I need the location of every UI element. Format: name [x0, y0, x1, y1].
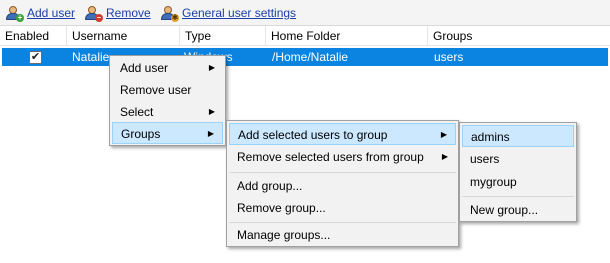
menu-item-select[interactable]: Select ▶ — [112, 101, 223, 123]
menu-item-label: Remove selected users from group — [237, 150, 424, 164]
menu-item-add-user[interactable]: Add user ▶ — [112, 57, 223, 79]
menu-item-add-group[interactable]: Add group... — [229, 175, 456, 197]
menu-item-new-group[interactable]: New group... — [462, 199, 574, 221]
submenu-arrow-icon: ▶ — [208, 63, 215, 72]
submenu-arrow-icon: ▶ — [208, 107, 215, 116]
column-header-groups[interactable]: Groups — [428, 26, 610, 46]
menu-separator — [229, 222, 456, 223]
column-header-username[interactable]: Username — [67, 26, 180, 46]
menu-item-label: Add group... — [237, 179, 303, 193]
menu-item-label: users — [470, 152, 500, 166]
menu-item-remove-selected-users-from-group[interactable]: Remove selected users from group ▶ — [229, 146, 456, 168]
remove-label: Remove — [106, 6, 151, 20]
menu-item-label: New group... — [470, 203, 539, 217]
menu-item-group-mygroup[interactable]: mygroup — [462, 171, 574, 193]
context-menu: Add user ▶ Remove user Select ▶ Groups ▶ — [109, 55, 226, 146]
menu-separator — [229, 172, 456, 173]
menu-item-manage-groups[interactable]: Manage groups... — [229, 224, 456, 246]
menu-item-group-admins[interactable]: admins — [462, 125, 574, 147]
menu-item-label: Add selected users to group — [238, 128, 388, 142]
menu-item-groups[interactable]: Groups ▶ — [112, 122, 223, 144]
groups-cell: users — [434, 50, 464, 64]
menu-item-label: Select — [120, 105, 154, 119]
column-header-type[interactable]: Type — [180, 26, 266, 46]
menu-item-label: mygroup — [470, 175, 517, 189]
menu-item-label: Remove group... — [237, 201, 326, 215]
enabled-checkbox[interactable]: ✔ — [29, 51, 42, 64]
general-user-settings-label: General user settings — [182, 6, 297, 20]
group-list-submenu: admins users mygroup New group... — [459, 122, 577, 222]
toolbar: + Add user – Remove ✱ General user setti… — [0, 0, 610, 25]
add-user-icon: + — [6, 5, 24, 22]
submenu-arrow-icon: ▶ — [207, 129, 214, 138]
menu-item-group-users[interactable]: users — [462, 148, 574, 170]
menu-item-label: Remove user — [120, 83, 192, 97]
user-settings-icon: ✱ — [161, 5, 179, 22]
menu-item-label: Manage groups... — [237, 228, 331, 242]
column-header-enabled[interactable]: Enabled — [0, 26, 67, 46]
table-header: Enabled Username Type Home Folder Groups — [0, 26, 610, 46]
menu-item-label: admins — [471, 130, 510, 144]
groups-submenu: Add selected users to group ▶ Remove sel… — [226, 120, 459, 247]
submenu-arrow-icon: ▶ — [440, 130, 447, 139]
home-folder-cell: /Home/Natalie — [272, 50, 349, 64]
column-header-home-folder[interactable]: Home Folder — [266, 26, 428, 46]
table-row[interactable]: ✔ Natalie Windows /Home/Natalie users — [2, 48, 608, 66]
menu-item-label: Add user — [120, 61, 169, 75]
submenu-arrow-icon: ▶ — [441, 152, 448, 161]
general-user-settings-button[interactable]: ✱ General user settings — [161, 4, 296, 22]
menu-item-add-selected-users-to-group[interactable]: Add selected users to group ▶ — [229, 123, 456, 145]
menu-item-remove-group[interactable]: Remove group... — [229, 197, 456, 219]
add-user-button[interactable]: + Add user — [6, 4, 75, 22]
menu-item-label: Groups — [121, 127, 161, 141]
remove-button[interactable]: – Remove — [85, 4, 151, 22]
menu-separator — [462, 196, 574, 197]
add-user-label: Add user — [27, 6, 76, 20]
remove-user-icon: – — [85, 5, 103, 22]
menu-item-remove-user[interactable]: Remove user — [112, 79, 223, 101]
user-manager-window: + Add user – Remove ✱ General user setti… — [0, 0, 610, 263]
